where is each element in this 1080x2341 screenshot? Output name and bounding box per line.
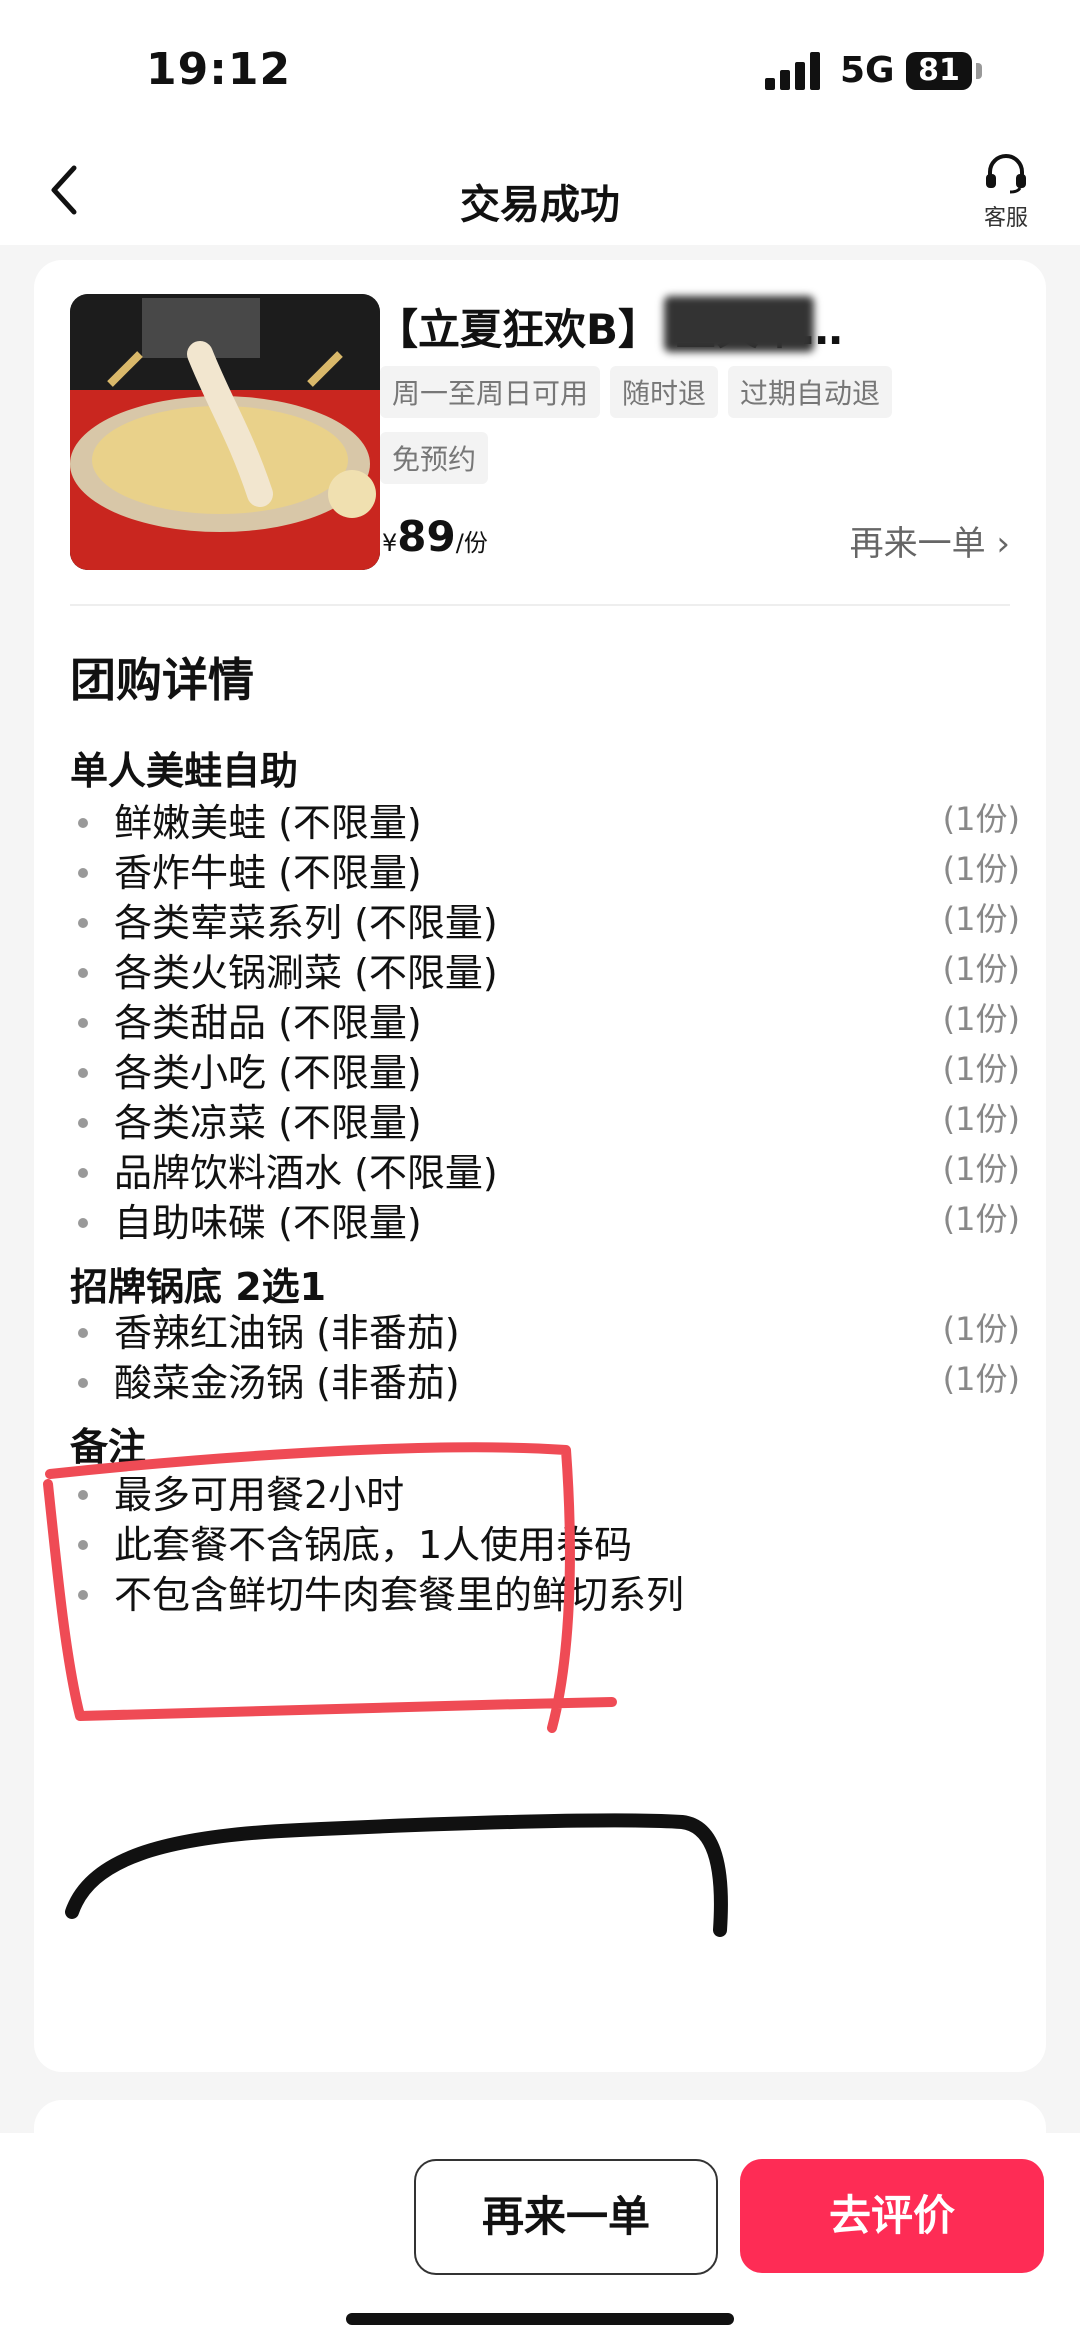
reorder-link-label: 再来一单 [849, 524, 986, 564]
customer-service-button[interactable]: 客服 [974, 154, 1038, 232]
item-qty: (1份) [942, 900, 1020, 938]
bullet-icon [78, 868, 88, 878]
bullet-icon [78, 1540, 88, 1550]
item-name: 品牌饮料酒水 (不限量) [114, 1151, 498, 1195]
reorder-link[interactable]: 再来一单 › [850, 516, 1010, 565]
item-name: 各类小吃 (不限量) [114, 1051, 422, 1095]
item-qty: (1份) [942, 1310, 1020, 1348]
product-image[interactable] [70, 294, 380, 570]
currency: ¥ [382, 529, 398, 557]
status-bar: 19:12 5G 81 [0, 0, 1080, 140]
price-value: 89 [397, 512, 456, 561]
item-name: 自助味碟 (不限量) [114, 1201, 422, 1245]
list-item: 酸菜金汤锅 (非番茄) (1份) [70, 1352, 1020, 1412]
item-name: 各类甜品 (不限量) [114, 1001, 422, 1045]
order-card: 【立夏狂欢B】 全天单… 周一至周日可用 随时退 过期自动退 免预约 ¥89/份 再… [34, 260, 1046, 2072]
section-title: 团购详情 [70, 653, 254, 707]
bullet-icon [78, 1118, 88, 1128]
item-qty: (1份) [942, 1200, 1020, 1238]
tag: 周一至周日可用 [380, 366, 601, 418]
battery-icon: 81 [906, 52, 972, 90]
status-time: 19:12 [146, 44, 292, 95]
customer-service-label: 客服 [983, 206, 1028, 231]
item-qty: (1份) [942, 950, 1020, 988]
group-title: 单人美蛙自助 [70, 749, 299, 793]
blurred-shop-name [664, 296, 814, 352]
item-qty: (1份) [942, 850, 1020, 888]
signal-icon [765, 52, 823, 90]
item-name: 鲜嫩美蛙 (不限量) [114, 801, 422, 845]
bullet-icon [78, 1328, 88, 1338]
item-qty: (1份) [942, 1360, 1020, 1398]
note-item: 不包含鲜切牛肉套餐里的鲜切系列 [70, 1564, 1020, 1624]
network-label: 5G [840, 50, 895, 91]
item-name: 各类凉菜 (不限量) [114, 1101, 422, 1145]
tag: 随时退 [610, 366, 719, 418]
home-indicator[interactable] [346, 2313, 734, 2325]
divider [70, 604, 1010, 606]
notes-title: 备注 [70, 1425, 147, 1469]
headset-icon [986, 154, 1026, 194]
bullet-icon [78, 1068, 88, 1078]
product-price: ¥89/份 [382, 512, 488, 561]
nav-bar: 交易成功 客服 [0, 140, 1080, 245]
item-name: 香辣红油锅 (非番茄) [114, 1311, 460, 1355]
bullet-icon [78, 1168, 88, 1178]
item-qty: (1份) [942, 1100, 1020, 1138]
item-qty: (1份) [942, 800, 1020, 838]
bullet-icon [78, 1018, 88, 1028]
page-title: 交易成功 [460, 182, 620, 228]
price-unit: /份 [455, 529, 488, 557]
item-qty: (1份) [942, 1000, 1020, 1038]
bullet-icon [78, 1590, 88, 1600]
item-name: 酸菜金汤锅 (非番茄) [114, 1361, 460, 1405]
item-name: 香炸牛蛙 (不限量) [114, 851, 422, 895]
bullet-icon [78, 1378, 88, 1388]
item-name: 各类荤菜系列 (不限量) [114, 901, 498, 945]
note-text: 此套餐不含锅底，1人使用券码 [114, 1523, 633, 1567]
bullet-icon [78, 1490, 88, 1500]
review-button[interactable]: 去评价 [740, 2159, 1044, 2273]
bullet-icon [78, 1218, 88, 1228]
product-tags: 周一至周日可用 随时退 过期自动退 免预约 [380, 366, 1000, 498]
tag: 过期自动退 [728, 366, 893, 418]
bullet-icon [78, 968, 88, 978]
note-text: 最多可用餐2小时 [114, 1473, 405, 1517]
bullet-icon [78, 818, 88, 828]
battery-cap [976, 63, 982, 79]
bottom-action-bar: 再来一单 去评价 [0, 2133, 1080, 2341]
item-name: 各类火锅涮菜 (不限量) [114, 951, 498, 995]
item-qty: (1份) [942, 1050, 1020, 1088]
tag: 免预约 [380, 432, 489, 484]
reorder-button[interactable]: 再来一单 [414, 2159, 718, 2275]
chevron-right-icon: › [996, 524, 1010, 564]
note-text: 不包含鲜切牛肉套餐里的鲜切系列 [114, 1573, 685, 1617]
item-qty: (1份) [942, 1150, 1020, 1188]
hotpot-illustration [70, 294, 380, 570]
bullet-icon [78, 918, 88, 928]
list-item: 自助味碟 (不限量) (1份) [70, 1192, 1020, 1252]
